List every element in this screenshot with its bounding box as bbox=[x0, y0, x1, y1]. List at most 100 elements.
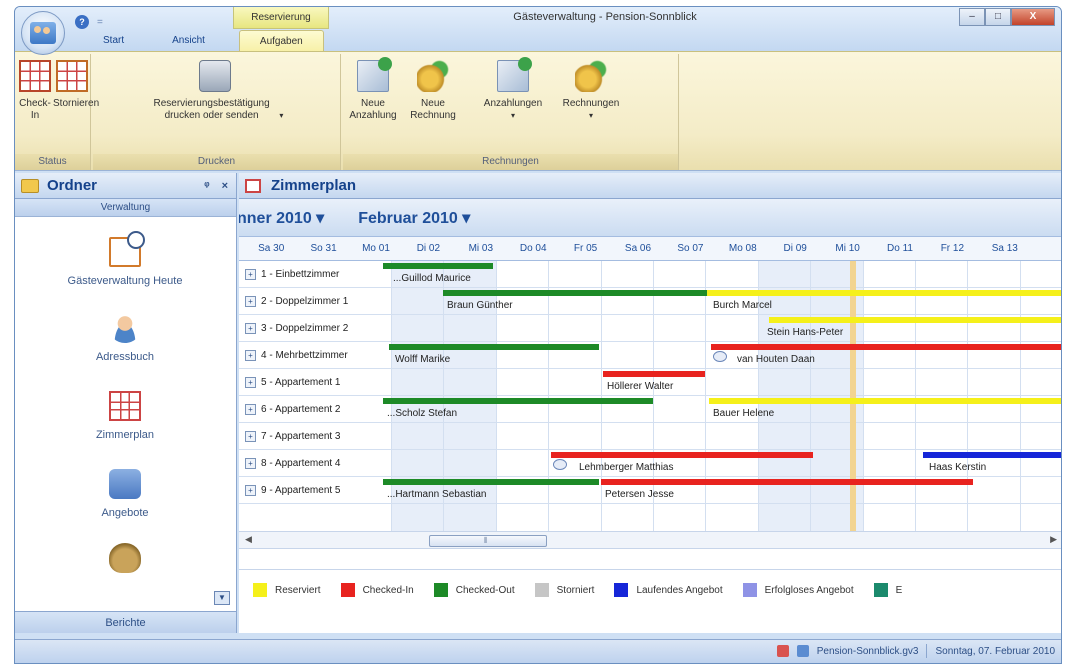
room-row[interactable]: +6 - Appartement 2 bbox=[239, 396, 383, 423]
booking-bar[interactable] bbox=[383, 398, 653, 404]
stornieren-button[interactable]: Stornieren bbox=[53, 60, 99, 110]
expand-icon[interactable]: + bbox=[245, 323, 256, 334]
pin-icon[interactable]: ᵠ bbox=[204, 180, 209, 192]
room-row[interactable]: +8 - Appartement 4 bbox=[239, 450, 383, 477]
comment-icon[interactable] bbox=[553, 459, 567, 470]
legend-item: Erfolgloses Angebot bbox=[742, 583, 854, 597]
expand-icon[interactable]: + bbox=[245, 485, 256, 496]
guest-name[interactable]: Petersen Jesse bbox=[605, 489, 674, 500]
cancel-grid-icon bbox=[56, 60, 88, 92]
guest-name[interactable]: Lehmberger Matthias bbox=[579, 462, 674, 473]
expand-icon[interactable]: + bbox=[245, 350, 256, 361]
guest-name[interactable]: Braun Günther bbox=[447, 300, 513, 311]
room-row[interactable]: +7 - Appartement 3 bbox=[239, 423, 383, 450]
application-menu-button[interactable] bbox=[21, 11, 65, 55]
guest-name[interactable]: Bauer Helene bbox=[713, 408, 774, 419]
booking-bar[interactable] bbox=[601, 479, 973, 485]
room-row[interactable]: +5 - Appartement 1 bbox=[239, 369, 383, 396]
month-february-selector[interactable]: Februar 2010 ▾ bbox=[358, 208, 470, 228]
booking-bar[interactable] bbox=[443, 290, 707, 296]
nav-item-adressbuch[interactable]: Adressbuch bbox=[15, 313, 235, 363]
anzahlungen-button[interactable]: Anzahlungen ▾ bbox=[475, 57, 551, 122]
database-icon bbox=[796, 645, 809, 657]
close-button[interactable]: X bbox=[1011, 8, 1055, 26]
room-label: 1 - Einbettzimmer bbox=[261, 269, 340, 280]
room-row[interactable]: +9 - Appartement 5 bbox=[239, 477, 383, 504]
nav-item-finanzen[interactable] bbox=[15, 543, 235, 581]
room-row[interactable]: +2 - Doppelzimmer 1 bbox=[239, 288, 383, 315]
ribbon-group-drucken: Reservierungsbestätigung drucken oder se… bbox=[93, 54, 341, 170]
expand-icon[interactable]: + bbox=[245, 377, 256, 388]
guest-name[interactable]: ...Scholz Stefan bbox=[387, 408, 457, 419]
scroll-thumb[interactable]: ⦀ bbox=[429, 535, 547, 547]
row-divider bbox=[383, 368, 1061, 369]
guests-app-icon bbox=[30, 22, 56, 44]
maximize-button[interactable]: □ bbox=[985, 8, 1011, 26]
expand-icon[interactable]: + bbox=[245, 458, 256, 469]
room-row[interactable]: +4 - Mehrbettzimmer bbox=[239, 342, 383, 369]
legend-label: Storniert bbox=[556, 584, 595, 596]
tab-aufgaben[interactable]: Aufgaben bbox=[238, 30, 324, 52]
booking-bar[interactable] bbox=[769, 317, 1061, 323]
day-column bbox=[862, 261, 915, 531]
guest-name[interactable]: Wolff Marike bbox=[395, 354, 450, 365]
room-row[interactable]: +1 - Einbettzimmer bbox=[239, 261, 383, 288]
booking-grid[interactable]: ...Guillod Maurice Braun Günther Burch Mar… bbox=[383, 261, 1061, 531]
guest-name[interactable]: Höllerer Walter bbox=[607, 381, 673, 392]
nav-scroll-down-button[interactable]: ▼ bbox=[214, 591, 230, 605]
expand-icon[interactable]: + bbox=[245, 296, 256, 307]
status-separator bbox=[926, 644, 928, 658]
nav-item-gaesteverwaltung-heute[interactable]: Gästeverwaltung Heute bbox=[15, 231, 235, 287]
expand-icon[interactable]: + bbox=[245, 404, 256, 415]
print-confirmation-button[interactable]: Reservierungsbestätigung drucken oder se… bbox=[99, 60, 331, 122]
customize-qat-icon[interactable]: = bbox=[97, 17, 103, 28]
check-in-button[interactable]: Check-In bbox=[17, 60, 53, 122]
printer-icon bbox=[199, 60, 231, 92]
day-header-cell: So 31 bbox=[310, 243, 337, 254]
nav-item-zimmerplan[interactable]: Zimmerplan bbox=[15, 391, 235, 441]
application-window: ? = Reservierung Gästeverwaltung - Pensi… bbox=[14, 6, 1062, 664]
booking-bar[interactable] bbox=[923, 452, 1061, 458]
expand-icon[interactable]: + bbox=[245, 269, 256, 280]
booking-bar[interactable] bbox=[707, 290, 1061, 296]
row-divider bbox=[383, 341, 1061, 342]
guest-name[interactable]: Burch Marcel bbox=[713, 300, 772, 311]
expand-icon[interactable]: + bbox=[245, 431, 256, 442]
scroll-left-button[interactable]: ◀ bbox=[245, 534, 252, 545]
month-january-selector[interactable]: nner 2010 ▾ bbox=[239, 208, 324, 228]
booking-bar[interactable] bbox=[383, 479, 599, 485]
booking-bar[interactable] bbox=[551, 452, 813, 458]
deposits-icon bbox=[497, 57, 532, 92]
guest-name[interactable]: ...Hartmann Sebastian bbox=[387, 489, 487, 500]
tab-ansicht[interactable]: Ansicht bbox=[152, 30, 225, 52]
nav-item-angebote[interactable]: Angebote bbox=[15, 469, 235, 519]
section-verwaltung[interactable]: Verwaltung bbox=[15, 199, 236, 217]
day-header: Sa 30 So 31 Mo 01 Di 02 Mi 03 Do 04 Fr 05 Sa 06… bbox=[239, 237, 1061, 261]
booking-bar[interactable] bbox=[709, 398, 1061, 404]
help-icon[interactable]: ? bbox=[75, 15, 89, 29]
neue-rechnung-button[interactable]: Neue Rechnung bbox=[405, 60, 461, 122]
booking-bar[interactable] bbox=[383, 263, 493, 269]
legend-swatch bbox=[433, 583, 448, 597]
scroll-right-button[interactable]: ▶ bbox=[1050, 534, 1057, 545]
minimize-button[interactable]: – bbox=[959, 8, 985, 26]
close-icon[interactable]: × bbox=[222, 180, 228, 192]
horizontal-scrollbar[interactable]: ◀ ⦀ ▶ bbox=[239, 531, 1061, 549]
booking-bar[interactable] bbox=[389, 344, 599, 350]
booking-bar[interactable] bbox=[711, 344, 1061, 350]
new-invoice-icon bbox=[417, 60, 449, 92]
legend-label: Erfolgloses Angebot bbox=[764, 584, 854, 596]
neue-anzahlung-button[interactable]: Neue Anzahlung bbox=[347, 57, 399, 122]
guest-name[interactable]: ...Guillod Maurice bbox=[393, 273, 471, 284]
section-berichte[interactable]: Berichte bbox=[15, 611, 236, 633]
room-plan-pane: Zimmerplan nner 2010 ▾ Februar 2010 ▾ Sa… bbox=[239, 173, 1061, 633]
rechnungen-button[interactable]: Rechnungen ▾ bbox=[553, 60, 629, 122]
tab-start[interactable]: Start bbox=[83, 30, 144, 52]
guest-name[interactable]: Haas Kerstin bbox=[929, 462, 986, 473]
room-row[interactable]: +3 - Doppelzimmer 2 bbox=[239, 315, 383, 342]
comment-icon[interactable] bbox=[713, 351, 727, 362]
booking-bar[interactable] bbox=[603, 371, 705, 377]
guest-name[interactable]: Stein Hans-Peter bbox=[767, 327, 843, 338]
guest-name[interactable]: van Houten Daan bbox=[737, 354, 815, 365]
chevron-down-icon: ▾ bbox=[588, 111, 593, 120]
